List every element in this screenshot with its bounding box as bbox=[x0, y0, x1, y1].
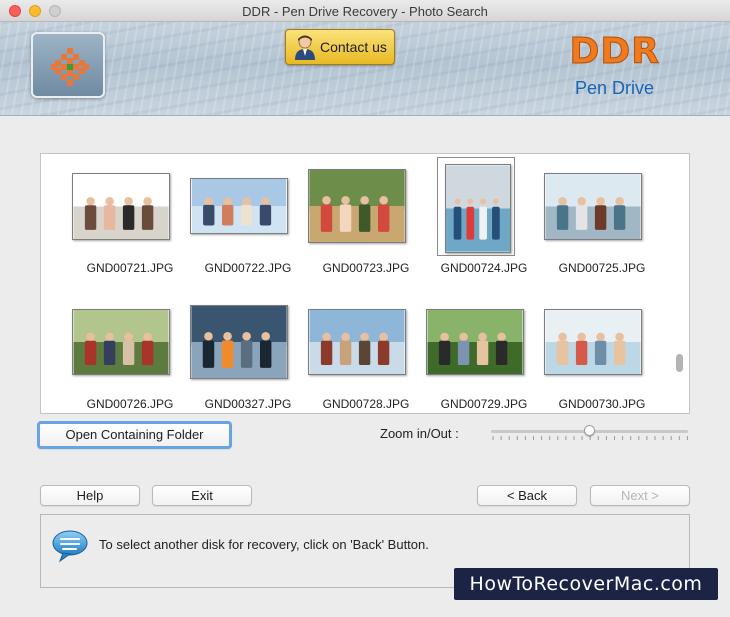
thumbnail-filename: GND00728.JPG bbox=[322, 397, 410, 411]
contact-us-label: Contact us bbox=[320, 39, 387, 55]
thumbnail-filename: GND00725.JPG bbox=[558, 261, 646, 275]
photo-thumbnail[interactable] bbox=[308, 309, 406, 375]
vertical-scrollbar[interactable] bbox=[676, 354, 683, 372]
header-banner: Contact us DDR Pen Drive bbox=[0, 22, 730, 116]
zoom-slider-ticks bbox=[492, 436, 688, 440]
app-window: DDR - Pen Drive Recovery - Photo Search bbox=[0, 0, 730, 617]
thumbnail-filename: GND00724.JPG bbox=[440, 261, 528, 275]
next-button[interactable]: Next > bbox=[590, 485, 690, 506]
thumbnail-filename: GND00729.JPG bbox=[440, 397, 528, 411]
thumbnail-filename: GND00730.JPG bbox=[558, 397, 646, 411]
photo-thumbnail[interactable] bbox=[72, 309, 170, 375]
app-logo bbox=[31, 32, 105, 98]
watermark-banner: HowToRecoverMac.com bbox=[454, 568, 718, 600]
help-button[interactable]: Help bbox=[40, 485, 140, 506]
photo-thumbnail[interactable] bbox=[190, 178, 288, 234]
thumbnail-filename: GND00723.JPG bbox=[322, 261, 410, 275]
thumbnail-filename: GND00726.JPG bbox=[86, 397, 174, 411]
photo-thumbnail[interactable] bbox=[445, 164, 511, 253]
speech-bubble-icon bbox=[52, 530, 88, 563]
photo-thumbnail[interactable] bbox=[544, 173, 642, 240]
zoom-slider-knob[interactable] bbox=[584, 425, 595, 436]
thumbnail-filename: GND00721.JPG bbox=[86, 261, 174, 275]
info-message: To select another disk for recovery, cli… bbox=[99, 537, 429, 552]
window-title: DDR - Pen Drive Recovery - Photo Search bbox=[242, 4, 488, 19]
ddr-pattern-icon bbox=[51, 48, 89, 86]
brand-subtitle: Pen Drive bbox=[575, 78, 655, 98]
title-bar: DDR - Pen Drive Recovery - Photo Search bbox=[0, 0, 730, 22]
photo-thumbnail[interactable] bbox=[72, 173, 170, 240]
photo-thumbnail[interactable] bbox=[544, 309, 642, 375]
exit-button[interactable]: Exit bbox=[152, 485, 252, 506]
photo-thumbnail[interactable] bbox=[308, 169, 406, 243]
brand-title: DDR bbox=[569, 31, 660, 73]
zoom-label: Zoom in/Out : bbox=[380, 426, 459, 441]
photo-thumbnail[interactable] bbox=[426, 309, 524, 375]
thumbnail-filename: GND00327.JPG bbox=[204, 397, 292, 411]
back-button[interactable]: < Back bbox=[477, 485, 577, 506]
photo-thumbnail[interactable] bbox=[190, 305, 288, 379]
thumbnail-filename: GND00722.JPG bbox=[204, 261, 292, 275]
person-icon bbox=[295, 35, 315, 60]
open-containing-folder-button[interactable]: Open Containing Folder bbox=[37, 421, 232, 449]
thumbnail-grid[interactable]: GND00721.JPG GND00722.JPG GND00723.JPG GND0… bbox=[40, 153, 690, 414]
contact-us-button[interactable]: Contact us bbox=[285, 29, 395, 65]
